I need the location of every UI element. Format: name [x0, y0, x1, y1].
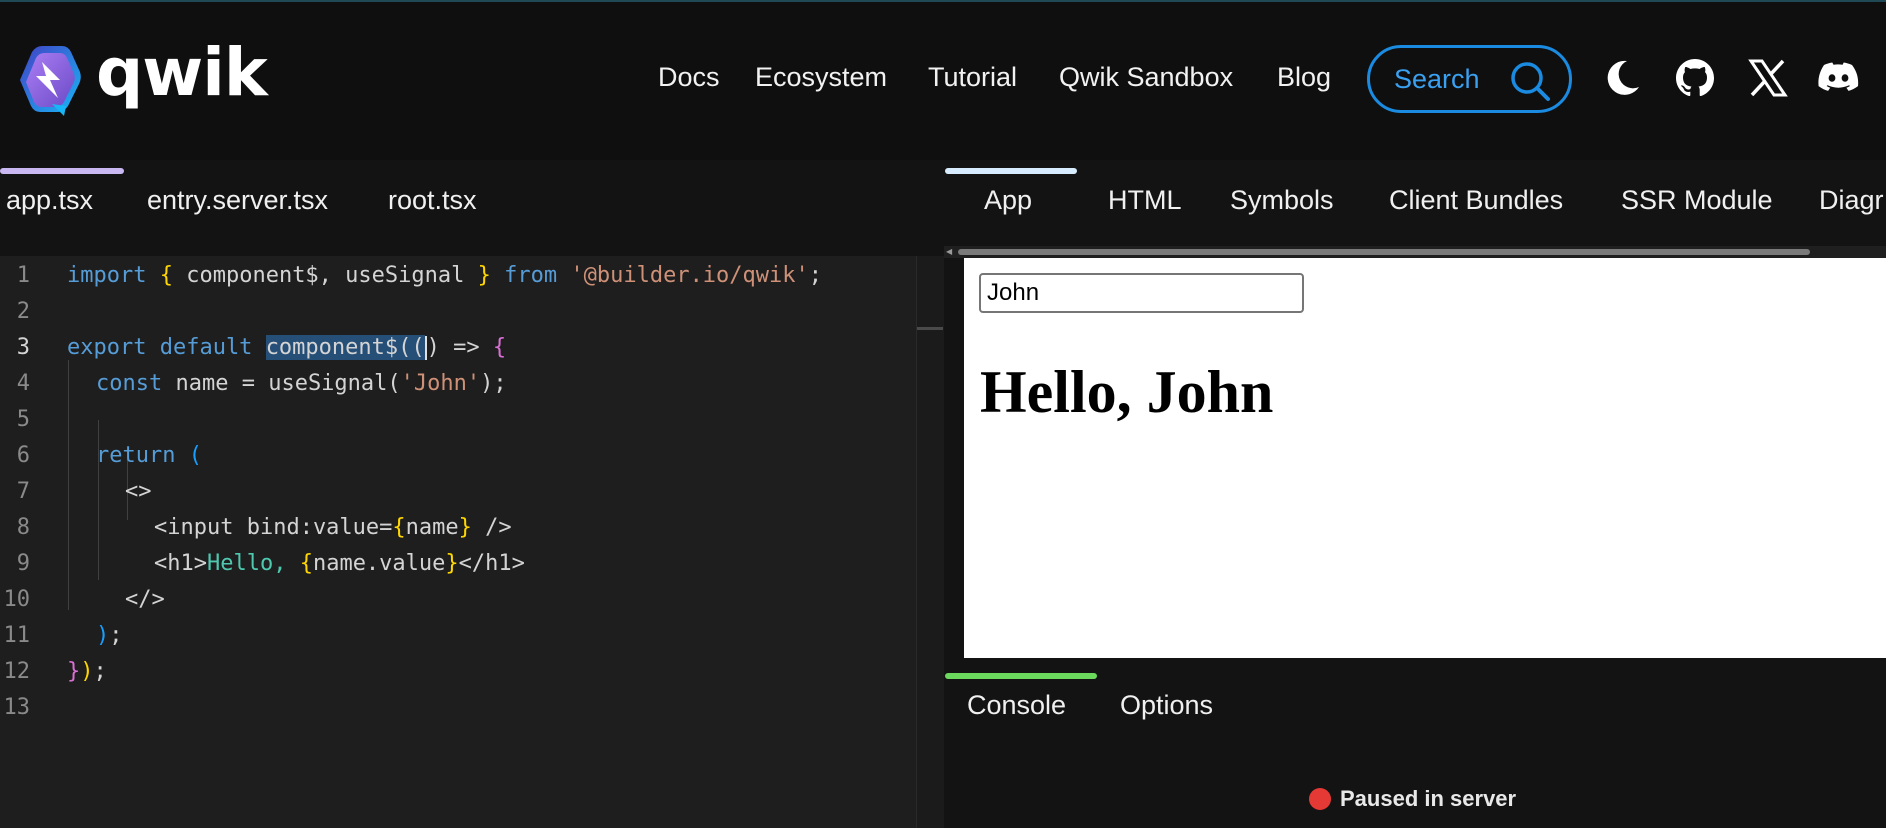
tab-html[interactable]: HTML	[1108, 185, 1182, 216]
github-icon[interactable]	[1674, 57, 1716, 99]
status-text: Paused in server	[1340, 786, 1517, 811]
tab-client-bundles[interactable]: Client Bundles	[1389, 185, 1563, 216]
code-line: );	[96, 623, 123, 648]
tab-diagrams[interactable]: Diagr	[1819, 185, 1884, 216]
line-number: 4	[16, 371, 30, 396]
nav-ecosystem[interactable]: Ecosystem	[755, 62, 887, 93]
selected-text: component$((	[265, 335, 425, 360]
nav-docs[interactable]: Docs	[658, 62, 720, 93]
moon-icon[interactable]	[1601, 57, 1643, 99]
line-number: 9	[16, 551, 30, 576]
preview-horizontal-scrollbar[interactable]: ◀	[944, 246, 1886, 258]
tab-entry-server-tsx[interactable]: entry.server.tsx	[147, 185, 328, 216]
line-number-active: 3	[16, 335, 30, 360]
search-button[interactable]: Search	[1367, 45, 1572, 113]
tab-symbols[interactable]: Symbols	[1230, 185, 1334, 216]
code-editor[interactable]: 1 2 3 4 5 6 7 8 9 10 11 12 13 import { c…	[0, 256, 916, 828]
tab-app[interactable]: App	[984, 185, 1032, 216]
line-number: 2	[16, 299, 30, 324]
code-line: export default component$(() => {	[67, 335, 507, 360]
search-button-label: Search	[1394, 63, 1480, 94]
minimap-viewport-marker	[917, 327, 943, 330]
logo-text: qwik	[96, 34, 268, 111]
line-number: 1	[16, 263, 30, 288]
line-number: 6	[16, 443, 30, 468]
scrollbar-thumb[interactable]	[958, 249, 1810, 255]
tab-root-tsx[interactable]: root.tsx	[388, 185, 477, 216]
editor-active-tab-indicator	[0, 168, 124, 174]
line-number: 13	[3, 695, 31, 720]
preview-heading: Hello, John	[980, 359, 1274, 425]
line-number: 11	[3, 623, 31, 648]
code-line: return (	[96, 443, 202, 468]
line-number: 8	[16, 515, 30, 540]
tab-console[interactable]: Console	[967, 690, 1066, 721]
line-number: 12	[3, 659, 31, 684]
code-line: <input bind:value={name} />	[154, 515, 512, 540]
tab-options[interactable]: Options	[1120, 690, 1213, 721]
code-line: </>	[125, 587, 165, 612]
line-number: 10	[3, 587, 31, 612]
code-line: <h1>Hello, {name.value}</h1>	[154, 551, 525, 576]
nav-blog[interactable]: Blog	[1277, 62, 1331, 93]
code-line: <>	[125, 479, 152, 504]
server-status: Paused in server	[1309, 786, 1516, 812]
preview-name-input[interactable]	[979, 273, 1304, 313]
discord-icon[interactable]	[1818, 57, 1860, 99]
scroll-left-arrow-icon[interactable]: ◀	[946, 247, 952, 256]
search-icon	[1511, 62, 1550, 101]
code-line: });	[67, 659, 107, 684]
x-icon[interactable]	[1747, 57, 1789, 99]
line-number: 5	[16, 407, 30, 432]
code-line: const name = useSignal('John');	[96, 371, 507, 396]
top-header: qwik Docs Ecosystem Tutorial Qwik Sandbo…	[0, 0, 1886, 160]
line-number: 7	[16, 479, 30, 504]
nav-qwik-sandbox[interactable]: Qwik Sandbox	[1059, 62, 1233, 93]
app-preview-frame: Hello, John	[964, 258, 1886, 658]
nav-tutorial[interactable]: Tutorial	[928, 62, 1017, 93]
code-line: import { component$, useSignal } from '@…	[67, 263, 823, 288]
tab-app-tsx[interactable]: app.tsx	[6, 185, 93, 216]
qwik-logo-icon	[20, 46, 81, 116]
indent-guide	[68, 360, 69, 610]
preview-active-tab-indicator	[945, 168, 1077, 174]
status-dot-icon	[1309, 788, 1331, 810]
qwik-logo[interactable]: qwik	[12, 34, 268, 118]
console-active-tab-indicator	[945, 673, 1097, 679]
tab-ssr-module[interactable]: SSR Module	[1621, 185, 1773, 216]
editor-minimap[interactable]	[916, 256, 944, 828]
